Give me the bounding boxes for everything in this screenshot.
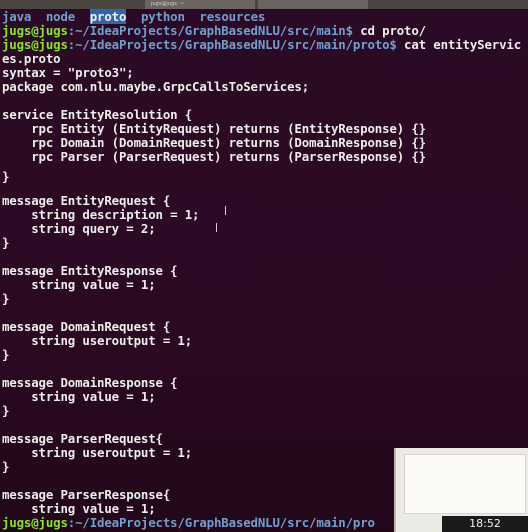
text-cursor-icon — [216, 223, 217, 232]
prompt-path: :~/IdeaProjects/GraphBasedNLU/src/main/p… — [67, 37, 397, 52]
prompt-line: jugs@jugs:~/IdeaProjects/GraphBasedNLU/s… — [2, 37, 522, 52]
output-line: string value = 1; — [2, 277, 156, 292]
output-line: } — [2, 403, 10, 418]
taskbar-clock[interactable]: 18:52 — [442, 516, 528, 532]
dir-java: java — [2, 9, 32, 24]
terminal-tab[interactable]: jugs@jugs: ~ — [145, 0, 255, 9]
dir-python: python — [140, 9, 185, 24]
output-line: string query = 2; — [2, 221, 156, 236]
prompt-user: jugs@jugs — [2, 37, 68, 52]
output-line: package com.nlu.maybe.GrpcCallsToService… — [2, 79, 310, 94]
dir-node: node — [45, 9, 76, 24]
output-line: } — [2, 169, 10, 184]
output-line: } — [2, 347, 10, 362]
output-line: } — [2, 291, 10, 306]
command-text: cat entityServic — [396, 37, 522, 52]
output-line: rpc Parser (ParserRequest) returns (Pars… — [2, 149, 426, 164]
prompt-path: :~/IdeaProjects/GraphBasedNLU/src/main/p… — [67, 515, 375, 530]
output-line: string useroutput = 1; — [2, 333, 193, 348]
dir-proto: proto — [89, 9, 127, 24]
prompt-path: :~/IdeaProjects/GraphBasedNLU/src/main$ — [67, 23, 353, 38]
prompt-user: jugs@jugs — [2, 23, 68, 38]
output-line: } — [2, 235, 10, 250]
prompt-line: jugs@jugs:~/IdeaProjects/GraphBasedNLU/s… — [2, 515, 375, 530]
command-text: cd proto/ — [352, 23, 426, 38]
prompt-user: jugs@jugs — [2, 515, 68, 530]
notification-content — [404, 454, 526, 514]
terminal-tab-2[interactable] — [258, 0, 368, 9]
tab-title: jugs@jugs: ~ — [151, 1, 185, 7]
dir-resources: resources — [199, 9, 266, 24]
output-line: string value = 1; — [2, 389, 156, 404]
mouse-cursor-icon — [225, 206, 226, 215]
output-line: } — [2, 459, 10, 474]
output-line: string useroutput = 1; — [2, 445, 193, 460]
